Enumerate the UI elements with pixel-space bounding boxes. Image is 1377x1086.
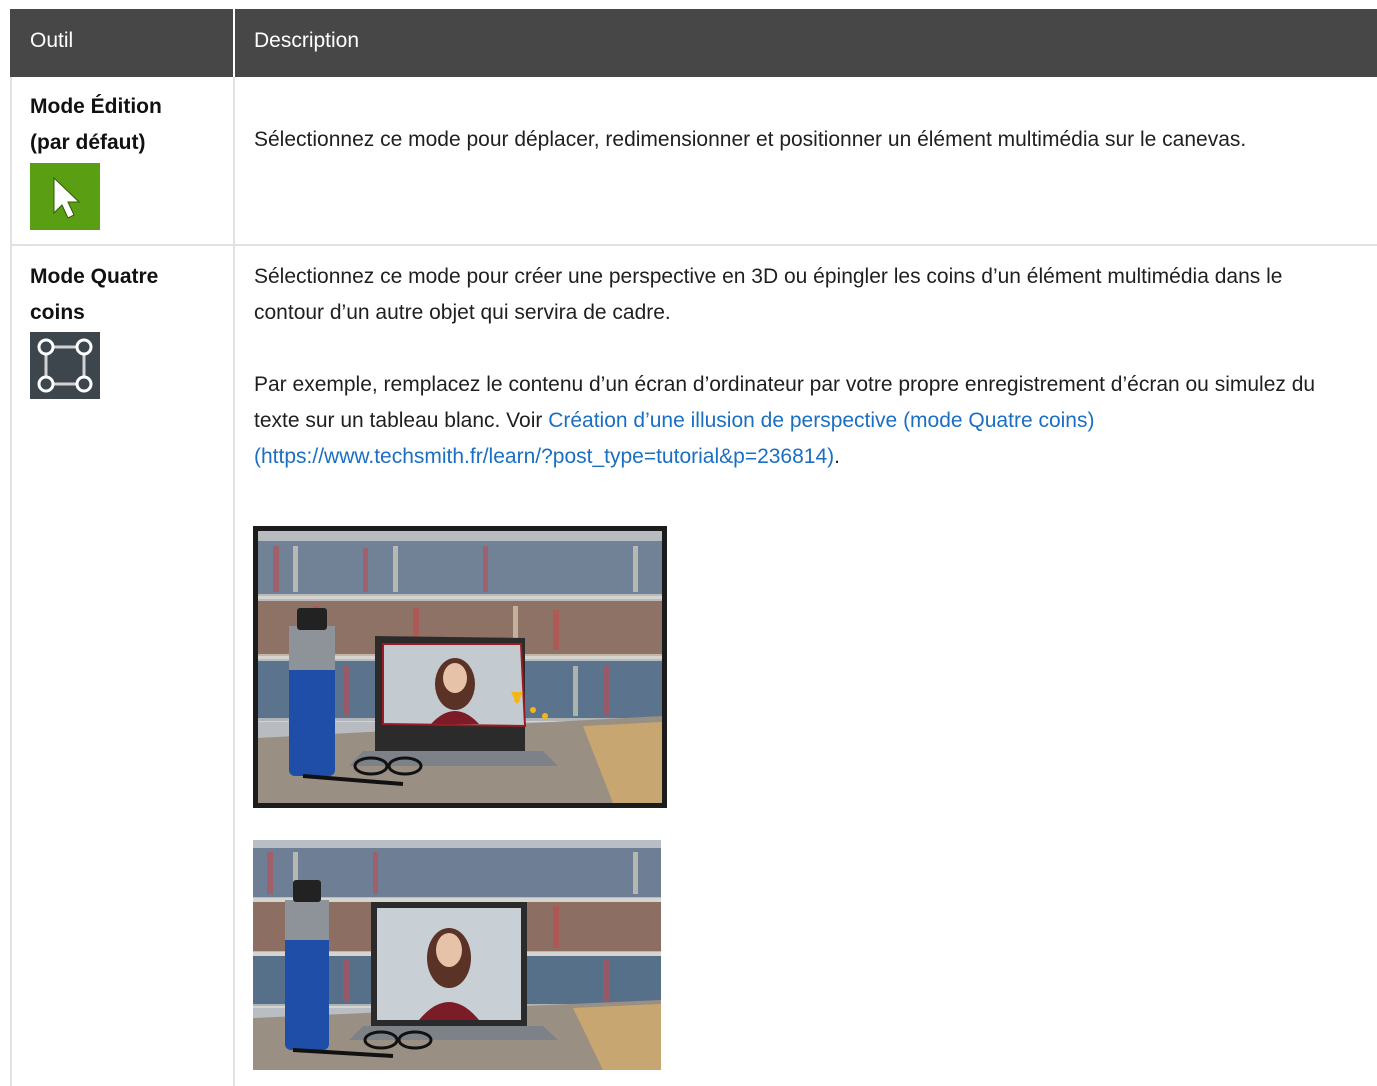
column-header-description: Description	[254, 29, 360, 52]
corner-pin-example-before-image	[253, 526, 667, 808]
description-edit-mode: Sélectionnez ce mode pour déplacer, redi…	[254, 128, 1247, 151]
tool-name-edit-mode: Mode Édition (par défaut)	[30, 95, 162, 154]
corner-pin-example-after-image	[253, 840, 661, 1070]
tools-table: Outil Description Mode Édition (par défa…	[10, 9, 1377, 1086]
row-divider	[10, 244, 1377, 246]
arrow-cursor-icon	[30, 163, 100, 230]
tool-name-corner-pin-mode: Mode Quatre coins	[30, 265, 159, 324]
four-corners-icon	[30, 332, 100, 399]
description-corner-pin-p1: Sélectionnez ce mode pour créer une pers…	[254, 265, 1283, 324]
header-separator	[233, 9, 235, 77]
column-divider	[233, 77, 235, 1086]
column-header-tool: Outil	[30, 29, 74, 52]
table-header: Outil Description	[10, 9, 1377, 77]
description-corner-pin-p2: Par exemple, remplacez le contenu d’un é…	[254, 373, 1316, 468]
table-left-border	[10, 77, 12, 1086]
